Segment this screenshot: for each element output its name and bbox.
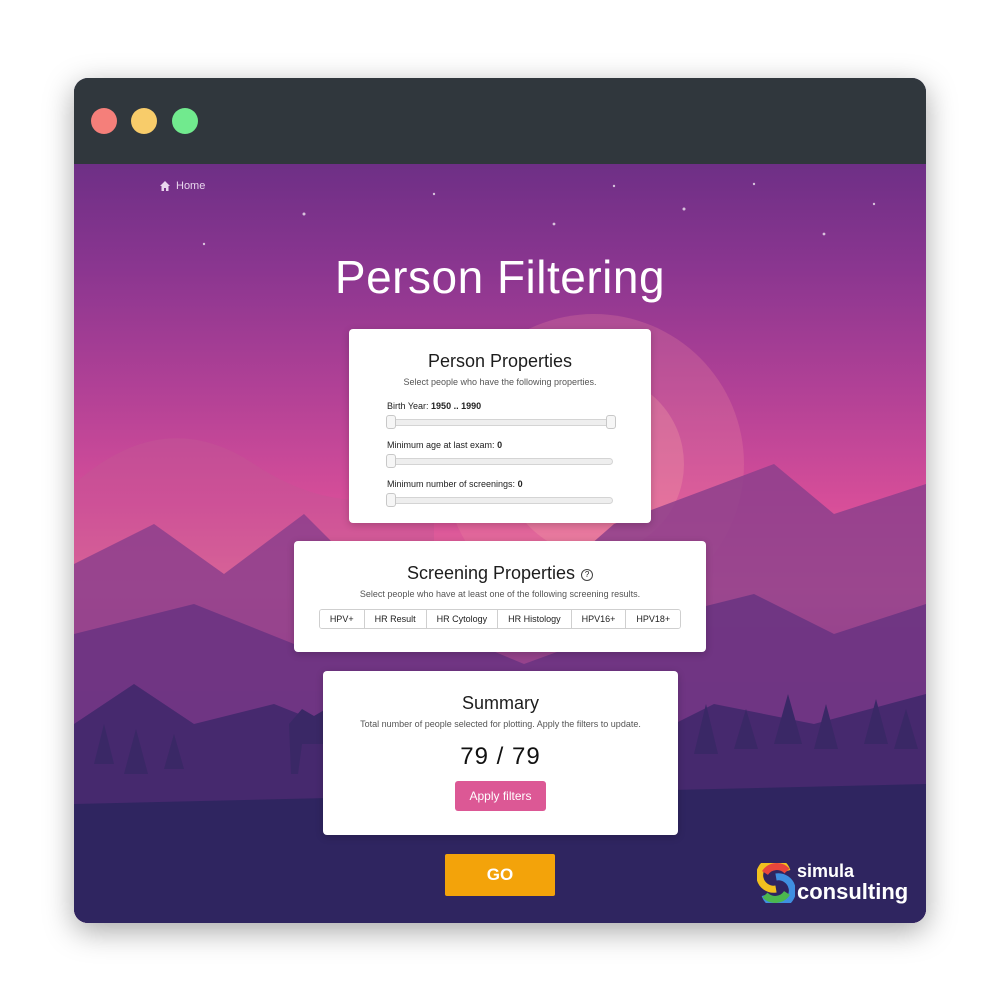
min-screenings-slider-row: Minimum number of screenings: 0	[386, 479, 651, 507]
screening-properties-subtitle: Select people who have at least one of t…	[359, 589, 641, 599]
option-hr-cytology[interactable]: HR Cytology	[426, 610, 499, 628]
summary-subtitle: Total number of people selected for plot…	[360, 719, 641, 729]
min-screenings-label: Minimum number of screenings:	[387, 479, 516, 489]
min-screenings-handle[interactable]	[386, 493, 396, 507]
birth-year-min-handle[interactable]	[386, 415, 396, 429]
maximize-window-button[interactable]	[172, 108, 198, 134]
title-bar	[74, 78, 926, 164]
birth-year-label: Birth Year:	[387, 401, 429, 411]
option-hpv16-positive[interactable]: HPV16+	[571, 610, 627, 628]
option-hpv-positive[interactable]: HPV+	[319, 610, 365, 628]
birth-year-value: 1950 .. 1990	[431, 401, 482, 411]
min-age-slider[interactable]	[386, 454, 613, 468]
screening-properties-heading: Screening Properties?	[294, 563, 706, 584]
min-age-slider-row: Minimum age at last exam: 0	[386, 440, 651, 468]
min-age-label: Minimum age at last exam:	[387, 440, 495, 450]
home-icon	[160, 181, 170, 191]
page-content: Home Person Filtering Person Properties …	[74, 164, 926, 923]
logo-line-2: consulting	[797, 879, 909, 904]
browser-window: Home Person Filtering Person Properties …	[74, 78, 926, 923]
summary-title: Summary	[461, 693, 539, 713]
screening-properties-title: Screening Properties	[406, 563, 576, 583]
help-icon[interactable]: ?	[581, 569, 594, 581]
option-hr-result[interactable]: HR Result	[364, 610, 427, 628]
person-properties-subtitle: Select people who have the following pro…	[403, 377, 597, 387]
page-title: Person Filtering	[334, 251, 666, 303]
birth-year-slider[interactable]	[386, 415, 616, 429]
person-properties-card: Person Properties Select people who have…	[349, 329, 651, 523]
minimize-window-button[interactable]	[131, 108, 157, 134]
selected-count: 79 / 79	[460, 743, 541, 770]
birth-year-slider-row: Birth Year: 1950 .. 1990	[386, 401, 651, 429]
apply-filters-button[interactable]: Apply filters	[455, 781, 546, 811]
screening-options-group: HPV+ HR Result HR Cytology HR Histology …	[318, 609, 682, 629]
go-button[interactable]: GO	[445, 854, 555, 896]
person-properties-title: Person Properties	[427, 351, 573, 371]
birth-year-max-handle[interactable]	[606, 415, 616, 429]
summary-card: Summary Total number of people selected …	[323, 671, 678, 835]
breadcrumb[interactable]: Home	[160, 180, 205, 192]
screening-properties-card: Screening Properties? Select people who …	[294, 541, 706, 652]
option-hr-histology[interactable]: HR Histology	[498, 610, 572, 628]
close-window-button[interactable]	[91, 108, 117, 134]
min-age-handle[interactable]	[386, 454, 396, 468]
simula-consulting-logo: simula consulting	[757, 859, 917, 909]
min-screenings-value: 0	[517, 479, 523, 489]
option-hpv18-positive[interactable]: HPV18+	[626, 610, 681, 628]
min-screenings-slider[interactable]	[386, 493, 613, 507]
breadcrumb-home-link[interactable]: Home	[176, 180, 205, 192]
min-age-value: 0	[497, 440, 503, 450]
simula-logo-icon	[757, 863, 795, 903]
